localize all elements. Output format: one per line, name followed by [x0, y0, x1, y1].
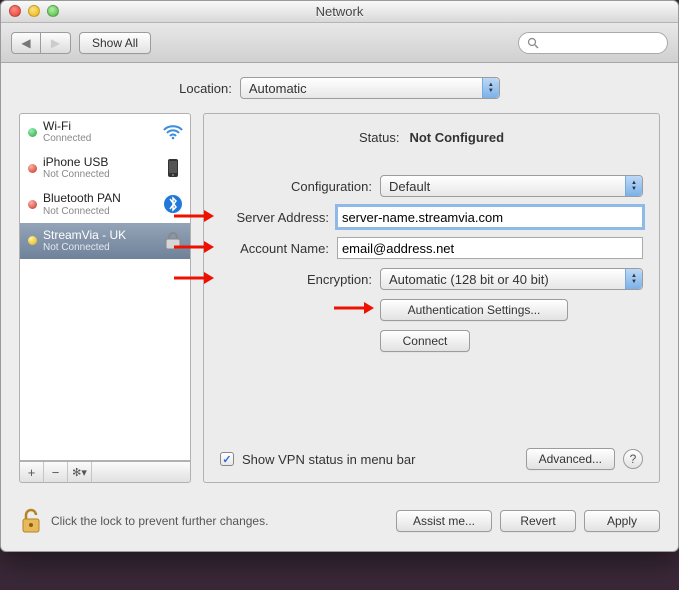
account-name-label: Account Name: [220, 241, 329, 256]
show-all-button[interactable]: Show All [79, 32, 151, 54]
forward-button[interactable]: ▶ [41, 32, 71, 54]
server-address-input[interactable] [337, 206, 643, 228]
service-status: Not Connected [43, 169, 156, 180]
service-status: Not Connected [43, 206, 156, 217]
sidebar-item-bluetooth-pan[interactable]: Bluetooth PAN Not Connected [20, 186, 190, 222]
updown-arrows-icon: ▲▼ [625, 176, 642, 196]
status-dot-icon [28, 200, 37, 209]
bluetooth-icon [162, 193, 184, 215]
sidebar-item-iphone-usb[interactable]: iPhone USB Not Connected [20, 150, 190, 186]
add-service-button[interactable]: + [20, 462, 44, 482]
show-vpn-status-checkbox[interactable]: ✓ [220, 452, 234, 466]
details-panel: Status: Not Configured Configuration: De… [203, 113, 660, 483]
unlock-icon[interactable] [19, 507, 43, 535]
sidebar-item-streamvia-uk[interactable]: StreamVia - UK Not Connected [20, 223, 190, 259]
connect-button[interactable]: Connect [380, 330, 470, 352]
titlebar: Network [1, 1, 678, 23]
service-actions-button[interactable]: ✻▾ [68, 462, 92, 482]
location-label: Location: [179, 81, 232, 96]
server-address-label: Server Address: [220, 210, 329, 225]
encryption-popup[interactable]: Automatic (128 bit or 40 bit) ▲▼ [380, 268, 643, 290]
authentication-settings-button[interactable]: Authentication Settings... [380, 299, 568, 321]
encryption-value: Automatic (128 bit or 40 bit) [389, 272, 549, 287]
account-name-input[interactable] [337, 237, 643, 259]
configuration-label: Configuration: [220, 179, 372, 194]
search-input[interactable] [544, 35, 679, 51]
back-button[interactable]: ◀ [11, 32, 41, 54]
apply-button[interactable]: Apply [584, 510, 660, 532]
remove-service-button[interactable]: − [44, 462, 68, 482]
service-name: Wi-Fi [43, 120, 156, 133]
status-value: Not Configured [409, 130, 504, 145]
encryption-label: Encryption: [220, 272, 372, 287]
status-label: Status: [359, 130, 399, 145]
service-status: Connected [43, 133, 156, 144]
network-preferences-window: Network ◀ ▶ Show All Location: Automatic… [0, 0, 679, 552]
close-window-button[interactable] [9, 5, 21, 17]
search-icon [527, 37, 539, 49]
service-list: Wi-Fi Connected iPhone USB Not Connected [19, 113, 191, 461]
configuration-value: Default [389, 179, 430, 194]
location-popup[interactable]: Automatic ▲▼ [240, 77, 500, 99]
status-dot-icon [28, 236, 37, 245]
location-value: Automatic [249, 81, 307, 96]
advanced-button[interactable]: Advanced... [526, 448, 615, 470]
service-name: Bluetooth PAN [43, 192, 156, 205]
sidebar-toolbar: + − ✻▾ [19, 461, 191, 483]
wifi-icon [162, 121, 184, 143]
service-name: StreamVia - UK [43, 229, 156, 242]
search-field[interactable] [518, 32, 668, 54]
revert-button[interactable]: Revert [500, 510, 576, 532]
updown-arrows-icon: ▲▼ [482, 78, 499, 98]
vpn-lock-icon [162, 230, 184, 252]
help-button[interactable]: ? [623, 449, 643, 469]
status-dot-icon [28, 164, 37, 173]
lock-hint-text: Click the lock to prevent further change… [51, 514, 268, 528]
status-dot-icon [28, 128, 37, 137]
configuration-popup[interactable]: Default ▲▼ [380, 175, 643, 197]
iphone-icon [162, 157, 184, 179]
zoom-window-button[interactable] [47, 5, 59, 17]
toolbar: ◀ ▶ Show All [1, 23, 678, 63]
window-title: Network [316, 4, 364, 19]
service-name: iPhone USB [43, 156, 156, 169]
sidebar-item-wifi[interactable]: Wi-Fi Connected [20, 114, 190, 150]
updown-arrows-icon: ▲▼ [625, 269, 642, 289]
assist-me-button[interactable]: Assist me... [396, 510, 492, 532]
service-status: Not Connected [43, 242, 156, 253]
annotation-arrow-icon [332, 301, 374, 315]
show-vpn-status-label: Show VPN status in menu bar [242, 452, 518, 467]
minimize-window-button[interactable] [28, 5, 40, 17]
